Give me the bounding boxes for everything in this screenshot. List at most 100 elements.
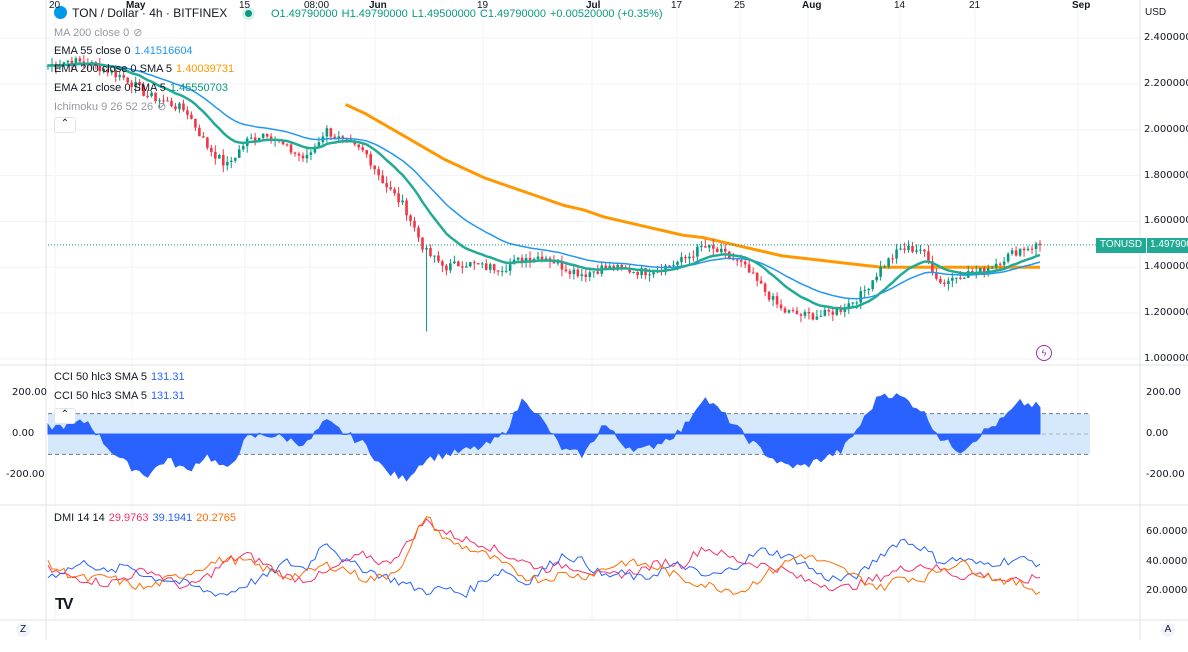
candle-body <box>365 150 369 155</box>
eye-hidden-icon[interactable]: ⊘ <box>133 27 142 39</box>
eye-hidden-icon[interactable]: ⊘ <box>157 101 166 113</box>
legend-cci-1[interactable]: CCI 50 hlc3 SMA 5 131.31 <box>54 371 185 383</box>
legend-dmi[interactable]: DMI 14 14 29.9763 39.1941 20.2765 <box>54 512 236 524</box>
candle-body <box>759 280 763 284</box>
candle-body <box>604 265 608 269</box>
candle-body <box>373 165 376 170</box>
chart-canvas[interactable] <box>0 0 1188 652</box>
candle-body <box>636 272 639 276</box>
time-tick-label: Jul <box>586 0 601 11</box>
price-tag: TONUSD 1.49790000 <box>1096 238 1188 253</box>
candle-body <box>867 289 870 291</box>
candle-body <box>516 257 520 260</box>
candle-body <box>1030 248 1034 250</box>
candle-body <box>504 270 508 272</box>
candle-body <box>468 262 472 267</box>
candle-body <box>393 189 396 194</box>
candle-body <box>118 75 122 78</box>
candle-body <box>186 110 189 115</box>
price-tick-label: 2.00000000 <box>1144 123 1188 135</box>
candle-body <box>441 261 444 266</box>
candle-body <box>445 265 448 271</box>
candle-body <box>743 261 747 265</box>
candle-body <box>596 271 600 274</box>
time-tick-label: 21 <box>969 0 981 11</box>
legend-ema21[interactable]: EMA 21 close 0 SMA 5 1.45550703 <box>54 82 228 94</box>
candle-body <box>811 313 815 320</box>
price-tick-label: 1.20000000 <box>1144 307 1188 319</box>
ind-label: Ichimoku 9 26 52 26 <box>54 101 154 113</box>
lightning-alert-icon[interactable]: ϟ <box>1036 345 1052 361</box>
candle-body <box>146 95 149 97</box>
candle-body <box>771 296 775 300</box>
candle-body <box>652 272 655 275</box>
candle-body <box>309 152 313 155</box>
candle-body <box>492 264 496 271</box>
change-value: +0.00520000 (+0.35%) <box>549 8 663 20</box>
candle-body <box>385 183 388 188</box>
price-tick-label: 1.80000000 <box>1144 169 1188 181</box>
candle-body <box>417 227 420 238</box>
time-tick-label: 17 <box>671 0 683 11</box>
collapse-legend-button[interactable]: ⌃ <box>54 117 76 133</box>
candle-body <box>1014 250 1018 256</box>
candle-body <box>779 304 783 309</box>
candle-body <box>943 282 946 284</box>
ind-label: EMA 21 close 0 SMA 5 <box>54 82 166 94</box>
candle-body <box>457 261 460 267</box>
symbol-title[interactable]: TON / Dollar · 4h · BITFINEX <box>72 6 227 20</box>
ind-value: 1.40039731 <box>176 63 235 75</box>
candle-body <box>700 246 703 248</box>
candle-body <box>405 200 408 216</box>
legend-ma200[interactable]: MA 200 close 0 ⊘ <box>54 26 142 39</box>
candle-body <box>437 255 440 262</box>
candle-body <box>927 251 930 262</box>
candle-body <box>413 220 416 228</box>
time-tick-label: 19 <box>477 0 489 11</box>
legend-ichimoku[interactable]: Ichimoku 9 26 52 26 ⊘ <box>54 100 166 113</box>
time-tick-label: Jun <box>369 0 387 11</box>
collapse-cci-legend-button[interactable]: ⌃ <box>54 408 76 424</box>
price-tick-label: 2.40000000 <box>1144 32 1188 43</box>
candle-body <box>708 245 711 248</box>
candle-body <box>990 267 994 269</box>
candle-body <box>576 269 580 276</box>
candle-body <box>381 175 384 184</box>
candle-body <box>449 263 452 271</box>
time-tick-label: 08:00 <box>304 0 330 11</box>
candle-body <box>465 266 468 268</box>
candle-body <box>688 256 691 259</box>
candle-body <box>377 169 380 176</box>
candle-body <box>827 309 831 312</box>
currency-selector[interactable]: USD <box>1145 7 1166 18</box>
candle-body <box>572 269 576 274</box>
candle-body <box>476 263 480 265</box>
ind-value: 131.31 <box>150 390 185 402</box>
candle-body <box>632 272 635 274</box>
candle-body <box>401 200 404 203</box>
candle-body <box>325 128 329 137</box>
auto-scale-button[interactable]: A <box>1161 623 1175 637</box>
legend-ema200[interactable]: EMA 200 close 0 SMA 5 1.40039731 <box>54 63 234 75</box>
candle-body <box>253 137 257 141</box>
candle-body <box>1038 243 1042 245</box>
price-tag-value: 1.49790000 <box>1147 238 1188 253</box>
legend-ema55[interactable]: EMA 55 close 0 1.41516604 <box>54 45 193 57</box>
candle-body <box>1026 248 1030 251</box>
axis-z-button[interactable]: Z <box>16 623 30 637</box>
candle-body <box>170 100 173 107</box>
time-tick-label: 15 <box>239 0 251 11</box>
legend-cci-2[interactable]: CCI 50 hlc3 SMA 5 131.31 <box>54 390 185 402</box>
candle-body <box>755 272 759 281</box>
candle-body <box>907 245 910 250</box>
ind-label: MA 200 close 0 <box>54 27 130 39</box>
close-value: C1.49790000 <box>479 8 546 20</box>
candle-body <box>887 258 890 267</box>
candle-body <box>241 146 245 150</box>
candle-body <box>421 237 424 250</box>
candle-body <box>484 263 488 270</box>
candle-body <box>425 247 428 250</box>
candle-body <box>767 291 771 300</box>
tradingview-logo: TV <box>55 596 74 613</box>
cci-left-tick-label: -200.00 <box>6 468 45 480</box>
